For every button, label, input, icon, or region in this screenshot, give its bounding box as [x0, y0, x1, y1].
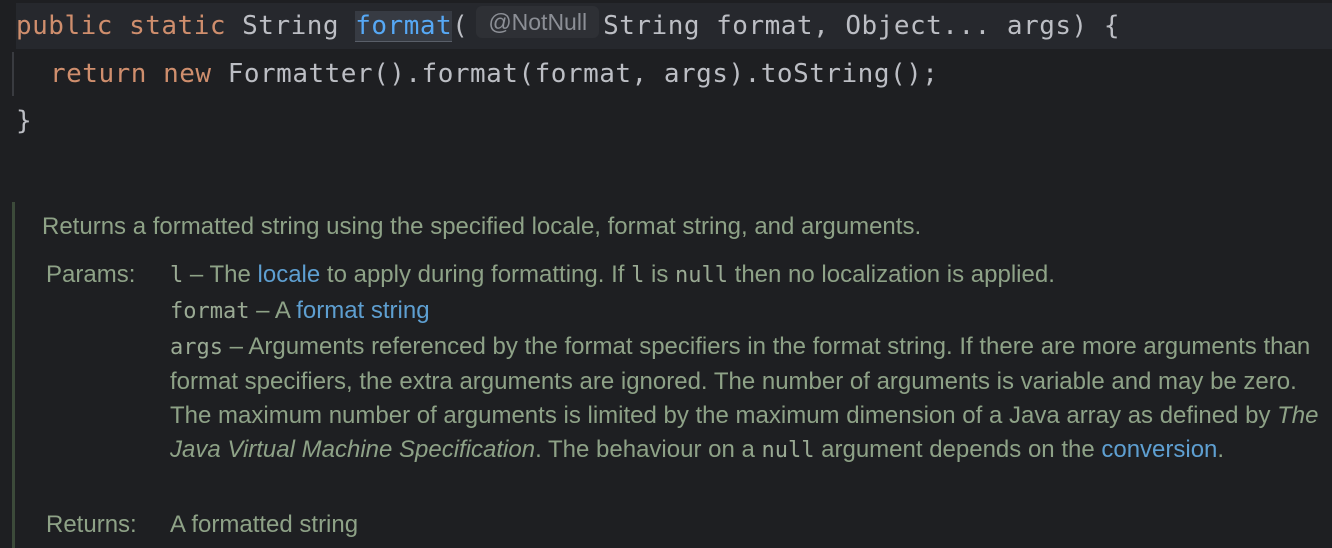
param-text: – Arguments referenced by the format spe… — [170, 333, 1311, 429]
param-format-description: format – A format string — [170, 294, 1320, 329]
keyword-public: public — [16, 11, 113, 41]
code-editor[interactable]: public static String format(@NotNull Stri… — [0, 0, 1332, 548]
inline-code-l: l — [631, 263, 645, 288]
keyword-return: return — [50, 59, 147, 89]
method-name[interactable]: format — [355, 11, 453, 42]
return-expression: Formatter().format(format, args).toStrin… — [227, 59, 939, 89]
code-line-method-signature[interactable]: public static String format(@NotNull Stri… — [16, 3, 1332, 49]
inline-code-null: null — [761, 438, 815, 463]
conversion-link[interactable]: conversion — [1101, 436, 1217, 463]
doc-summary: Returns a formatted string using the spe… — [42, 213, 922, 240]
param-dash: – The — [183, 261, 258, 288]
param-name-format: format — [170, 299, 250, 324]
javadoc-render-block[interactable]: Returns a formatted string using the spe… — [12, 202, 1332, 548]
param-name-args: args — [170, 335, 223, 360]
code-line-return[interactable]: return new Formatter().format(format, ar… — [50, 51, 938, 97]
param-args-description: args – Arguments referenced by the forma… — [170, 330, 1320, 468]
keyword-static: static — [129, 11, 226, 41]
open-paren: ( — [452, 11, 469, 41]
returns-description: A formatted string — [170, 511, 359, 538]
params-label: Params: — [46, 261, 136, 288]
format-string-link[interactable]: format string — [296, 297, 429, 324]
returns-label: Returns: — [46, 511, 137, 538]
param-text: to apply during formatting. If — [320, 261, 632, 288]
doc-gutter-bar — [12, 202, 15, 548]
closing-brace: } — [16, 106, 33, 136]
code-line-closing-brace[interactable]: } — [16, 98, 32, 144]
return-type: String — [242, 11, 340, 41]
inline-code-null: null — [675, 263, 728, 288]
param-text: is — [644, 261, 675, 288]
param-dash: – A — [249, 297, 297, 324]
notnull-inlay-hint[interactable]: @NotNull — [476, 6, 600, 38]
param-text: then no localization is applied. — [727, 261, 1055, 288]
indent-guide — [12, 52, 14, 96]
param-text: argument depends on the — [814, 436, 1102, 463]
param-text: . The behaviour on a — [535, 436, 762, 463]
param-text: . — [1217, 436, 1225, 463]
locale-link[interactable]: locale — [258, 261, 321, 288]
param-l-description: l – The locale to apply during formattin… — [170, 258, 1320, 293]
param-name-l: l — [170, 263, 184, 288]
method-params: String format, Object... args) { — [603, 11, 1120, 41]
keyword-new: new — [163, 59, 212, 89]
